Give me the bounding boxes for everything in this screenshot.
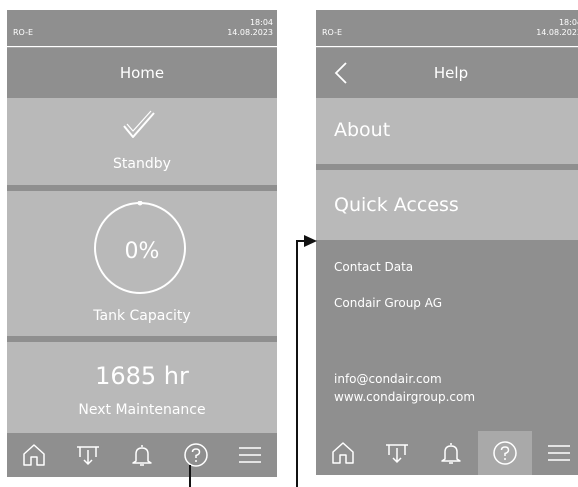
- checkmark-icon: [123, 110, 155, 138]
- pointer-arrow-icon: [304, 235, 317, 247]
- clock-date: 14.08.2023: [227, 28, 273, 37]
- model-label: RO-E: [322, 28, 343, 37]
- help-screen: RO-E 18:04 14.08.2023 Help About Quick A…: [316, 10, 578, 475]
- nav-filter[interactable]: [61, 433, 115, 477]
- status-bar: RO-E 18:04 14.08.2023: [316, 10, 578, 46]
- bottom-nav: [316, 431, 578, 475]
- clock-date: 14.08.2023: [536, 28, 578, 37]
- tank-capacity-value: 0%: [124, 239, 160, 264]
- status-bar: RO-E 18:04 14.08.2023: [7, 10, 277, 46]
- page-title: Help: [433, 64, 469, 82]
- help-icon: [184, 443, 208, 467]
- maintenance-label: Next Maintenance: [78, 402, 206, 418]
- pointer-line: [296, 240, 298, 487]
- website-url: www.condairgroup.com: [334, 390, 476, 404]
- standby-label: Standby: [113, 156, 171, 172]
- help-icon: [493, 441, 517, 465]
- model-label: RO-E: [13, 28, 34, 37]
- contact-heading: Contact Data: [334, 260, 414, 274]
- menu-item-quick-access[interactable]: Quick Access: [316, 170, 578, 240]
- menu-item-label: About: [334, 119, 391, 141]
- home-screen: RO-E 18:04 14.08.2023 Home Standby 0% Ta…: [7, 10, 277, 480]
- menu-item-about[interactable]: About: [316, 98, 578, 164]
- bell-icon: [441, 443, 461, 464]
- title-bar: Help: [316, 47, 578, 98]
- bottom-nav: [7, 433, 277, 477]
- nav-help[interactable]: [169, 433, 223, 477]
- nav-filter[interactable]: [370, 431, 424, 475]
- maintenance-value: 1685 hr: [95, 362, 189, 390]
- company-name: Condair Group AG: [334, 296, 443, 310]
- title-bar: Home: [7, 47, 277, 98]
- menu-item-label: Quick Access: [334, 194, 459, 216]
- home-icon: [332, 442, 354, 464]
- bell-icon: [132, 445, 152, 466]
- page-title: Home: [119, 64, 165, 82]
- tank-capacity-panel[interactable]: 0% Tank Capacity: [7, 191, 277, 336]
- filter-icon: [386, 444, 408, 464]
- nav-menu[interactable]: [223, 433, 277, 477]
- nav-alarms[interactable]: [115, 433, 169, 477]
- pointer-line: [189, 465, 191, 487]
- filter-icon: [77, 446, 99, 466]
- tank-capacity-label: Tank Capacity: [93, 308, 191, 324]
- nav-help[interactable]: [478, 431, 532, 475]
- clock-time: 18:04: [249, 18, 273, 27]
- nav-home[interactable]: [7, 433, 61, 477]
- menu-icon: [548, 445, 570, 461]
- clock-time: 18:04: [558, 18, 578, 27]
- nav-alarms[interactable]: [424, 431, 478, 475]
- contact-panel: Contact Data Condair Group AG info@conda…: [316, 240, 578, 431]
- email-address: info@condair.com: [334, 372, 442, 386]
- nav-home[interactable]: [316, 431, 370, 475]
- status-panel[interactable]: Standby: [7, 98, 277, 185]
- maintenance-panel[interactable]: 1685 hr Next Maintenance: [7, 342, 277, 433]
- home-icon: [23, 444, 45, 466]
- nav-menu[interactable]: [532, 431, 578, 475]
- menu-icon: [239, 447, 261, 463]
